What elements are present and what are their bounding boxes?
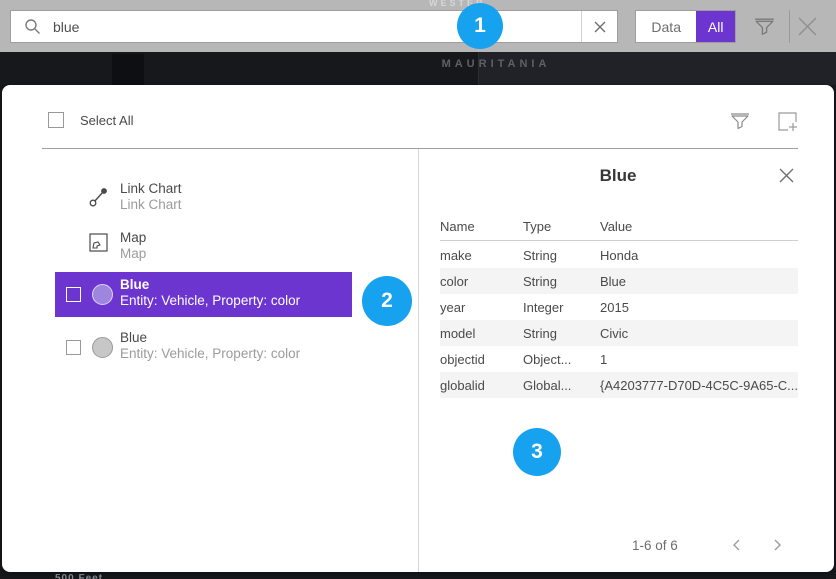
toolbar-divider	[789, 10, 790, 43]
table-row: color String Blue	[440, 268, 798, 294]
select-all-label: Select All	[80, 113, 133, 128]
cell-value: Civic	[600, 326, 798, 341]
list-item-subtitle: Entity: Vehicle, Property: color	[120, 346, 300, 361]
table-row: objectid Object... 1	[440, 346, 798, 372]
cell-name: make	[440, 248, 523, 263]
cell-type: String	[523, 274, 600, 289]
cell-name: globalid	[440, 378, 523, 393]
scope-all-button[interactable]: All	[696, 11, 735, 42]
select-all-row: Select All	[48, 112, 133, 128]
table-row: model String Civic	[440, 320, 798, 346]
results-filter-icon[interactable]	[728, 109, 752, 138]
column-header-name: Name	[440, 219, 523, 234]
list-item-title: Blue	[120, 277, 149, 292]
link-chart-icon	[88, 186, 110, 213]
map-label-mauritania: MAURITANIA	[416, 58, 576, 70]
item-checkbox[interactable]	[66, 340, 81, 355]
entity-dot-icon	[92, 337, 113, 358]
cell-value: Blue	[600, 274, 798, 289]
detail-close-icon[interactable]	[778, 167, 795, 189]
cell-value: Honda	[600, 248, 798, 263]
table-row: globalid Global... {A4203777-D70D-4C5C-9…	[440, 372, 798, 398]
app-root: WESTER Data All MAURITANIA 500 Feet	[0, 0, 836, 579]
panel-divider	[418, 149, 419, 572]
cell-type: String	[523, 326, 600, 341]
item-checkbox[interactable]	[66, 287, 81, 302]
scope-toggle: Data All	[635, 10, 736, 43]
scope-data-button[interactable]: Data	[636, 11, 696, 42]
search-toolbar: WESTER Data All	[0, 0, 836, 52]
callout-badge-2: 2	[362, 276, 412, 326]
cell-name: objectid	[440, 352, 523, 367]
cell-type: Integer	[523, 300, 600, 315]
pagination-prev-icon[interactable]	[730, 538, 744, 557]
table-header-divider	[440, 240, 798, 241]
cell-name: color	[440, 274, 523, 289]
close-search-icon[interactable]	[794, 13, 821, 45]
cell-type: String	[523, 248, 600, 263]
add-to-list-icon[interactable]	[776, 110, 799, 138]
list-item-blue-selected[interactable]: Blue Entity: Vehicle, Property: color	[55, 272, 352, 317]
map-terrain-shape	[112, 54, 144, 85]
list-item-title: Link Chart	[120, 181, 182, 196]
list-item-title: Map	[120, 230, 146, 245]
search-results-panel: Select All Link Chart Link Chart Map Map	[2, 85, 834, 572]
attribute-table-header: Name Type Value	[440, 219, 798, 239]
list-item-subtitle: Entity: Vehicle, Property: color	[120, 293, 300, 308]
map-background: MAURITANIA	[0, 52, 836, 85]
callout-badge-3: 3	[513, 428, 561, 476]
header-divider	[42, 148, 798, 149]
table-row: make String Honda	[440, 242, 798, 268]
entity-dot-icon	[92, 284, 113, 305]
cell-value: {A4203777-D70D-4C5C-9A65-C...	[600, 378, 798, 393]
cell-type: Object...	[523, 352, 600, 367]
list-item-subtitle: Link Chart	[120, 197, 182, 212]
cell-name: year	[440, 300, 523, 315]
cell-name: model	[440, 326, 523, 341]
pagination-range: 1-6 of 6	[632, 538, 678, 553]
table-row: year Integer 2015	[440, 294, 798, 320]
clear-search-button[interactable]	[581, 11, 617, 42]
select-all-checkbox[interactable]	[48, 112, 64, 128]
map-scale-text: 500 Feet	[55, 573, 103, 579]
column-header-value: Value	[600, 219, 798, 234]
list-item-subtitle: Map	[120, 246, 146, 261]
pagination-next-icon[interactable]	[770, 538, 784, 557]
cell-value: 2015	[600, 300, 798, 315]
list-item-link-chart[interactable]: Link Chart Link Chart	[55, 176, 352, 221]
callout-badge-1: 1	[457, 3, 503, 49]
search-box[interactable]	[10, 10, 618, 43]
filter-icon[interactable]	[752, 14, 777, 44]
column-header-type: Type	[523, 219, 600, 234]
search-icon	[24, 18, 41, 35]
list-item-map[interactable]: Map Map	[55, 225, 352, 270]
map-icon	[89, 233, 108, 257]
list-item-blue[interactable]: Blue Entity: Vehicle, Property: color	[55, 325, 352, 370]
list-item-title: Blue	[120, 330, 147, 345]
detail-title: Blue	[440, 166, 796, 186]
cell-type: Global...	[523, 378, 600, 393]
cell-value: 1	[600, 352, 798, 367]
